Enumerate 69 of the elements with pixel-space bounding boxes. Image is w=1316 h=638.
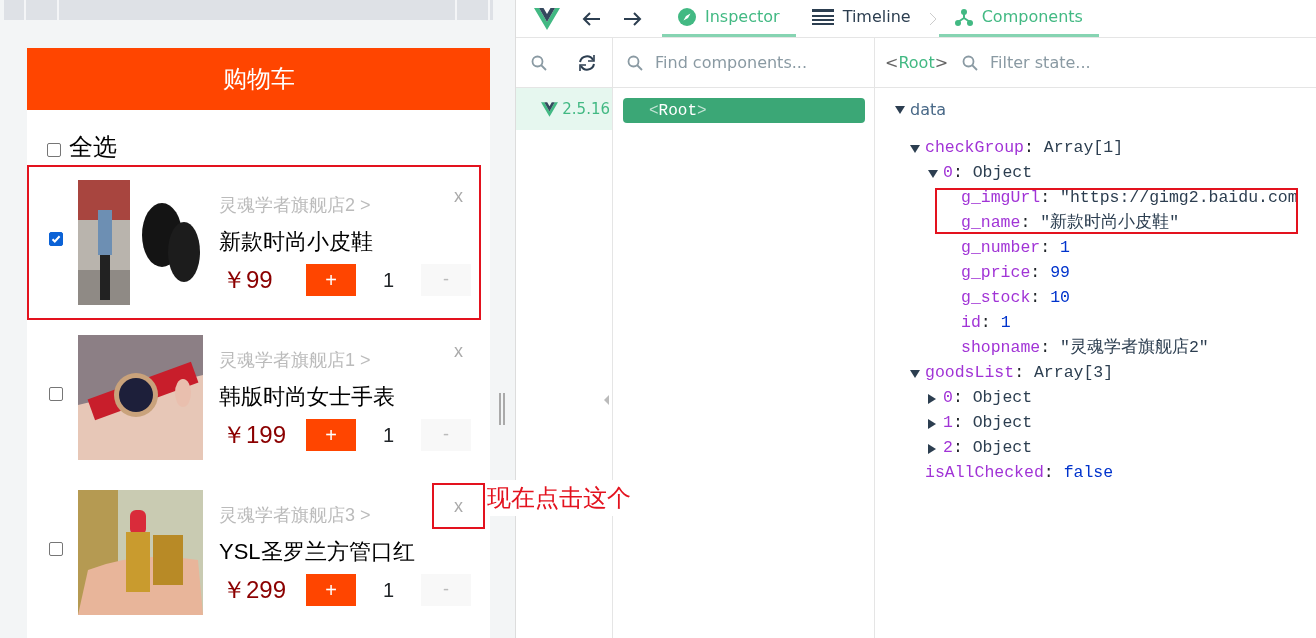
collapse-triangle-icon[interactable] bbox=[895, 105, 905, 114]
checkbox[interactable] bbox=[49, 386, 63, 401]
tab[interactable]: Components bbox=[938, 0, 1099, 37]
tree-icon bbox=[954, 8, 973, 26]
shop-link[interactable]: 灵魂学者旗舰店2 > bbox=[219, 191, 371, 219]
component-node[interactable]: <Root> bbox=[623, 98, 865, 123]
expand-triangle-icon[interactable] bbox=[928, 443, 936, 454]
collapse-triangle-icon[interactable] bbox=[928, 169, 938, 178]
state-entry: id: 1 bbox=[961, 312, 1011, 335]
cart-header: 购物车 bbox=[27, 48, 490, 110]
state-entry: shopname: "灵魂学者旗舰店2" bbox=[961, 336, 1209, 360]
price: ￥299 bbox=[221, 574, 288, 605]
state-entry: checkGroup: Array[1] bbox=[925, 137, 1124, 160]
minus-button[interactable]: - bbox=[421, 573, 471, 606]
checkbox[interactable] bbox=[47, 143, 61, 157]
quantity: 1 bbox=[381, 422, 396, 448]
state-entry: 0: Object bbox=[943, 387, 1033, 410]
search-icon bbox=[627, 54, 643, 71]
shop-link[interactable]: 灵魂学者旗舰店1 > bbox=[219, 346, 371, 374]
collapse-triangle-icon[interactable] bbox=[910, 144, 920, 153]
plus-button[interactable]: + bbox=[306, 263, 356, 296]
plus-button[interactable]: + bbox=[306, 573, 356, 606]
collapse-triangle-icon[interactable] bbox=[910, 369, 920, 378]
search-icon[interactable] bbox=[531, 54, 547, 71]
annotation-text: 现在点击这个 bbox=[487, 480, 631, 516]
quantity: 1 bbox=[381, 577, 396, 603]
tab[interactable]: Inspector bbox=[662, 0, 796, 37]
remove-button[interactable]: x bbox=[432, 483, 485, 529]
quantity: 1 bbox=[381, 267, 396, 293]
version-label: 2.5.16 bbox=[562, 98, 610, 120]
state-entry: 2: Object bbox=[943, 437, 1033, 460]
plus-button[interactable]: + bbox=[306, 418, 356, 451]
compass-icon bbox=[678, 8, 696, 26]
expand-triangle-icon[interactable] bbox=[928, 393, 936, 404]
component-name: <Root> bbox=[884, 51, 949, 74]
state-entry: g_name: "新款时尚小皮鞋" bbox=[961, 212, 1180, 235]
select-all-label: 全选 bbox=[69, 132, 117, 162]
product-name: YSL圣罗兰方管口红 bbox=[219, 537, 416, 566]
checkbox[interactable] bbox=[49, 231, 63, 246]
search-icon bbox=[962, 54, 979, 71]
vue-logo-icon bbox=[541, 101, 559, 117]
back-arrow-icon[interactable] bbox=[582, 10, 602, 27]
price: ￥199 bbox=[221, 419, 288, 450]
expand-triangle-icon[interactable] bbox=[928, 418, 936, 429]
resize-handle[interactable] bbox=[499, 393, 505, 425]
state-entry: isAllChecked: false bbox=[925, 462, 1114, 485]
timeline-icon bbox=[811, 9, 834, 25]
section-label: data bbox=[910, 98, 947, 121]
state-entry: 0: Object bbox=[943, 162, 1033, 185]
state-entry: g_price: 99 bbox=[961, 262, 1070, 285]
state-entry: g_stock: 10 bbox=[961, 287, 1070, 310]
vue-logo-icon bbox=[534, 7, 560, 30]
shop-link[interactable]: 灵魂学者旗舰店3 > bbox=[219, 501, 371, 529]
remove-button[interactable]: x bbox=[450, 338, 467, 364]
checkbox[interactable] bbox=[49, 541, 63, 556]
refresh-icon[interactable] bbox=[577, 53, 597, 72]
price: ￥99 bbox=[221, 264, 274, 295]
state-entry: g_number: 1 bbox=[961, 237, 1070, 260]
chevron-icon bbox=[928, 11, 937, 26]
state-entry: 1: Object bbox=[943, 412, 1033, 435]
product-name: 新款时尚小皮鞋 bbox=[219, 227, 374, 256]
forward-arrow-icon[interactable] bbox=[622, 10, 642, 27]
product-name: 韩版时尚女士手表 bbox=[219, 382, 396, 411]
minus-button[interactable]: - bbox=[421, 418, 471, 451]
state-entry: goodsList: Array[3] bbox=[925, 362, 1114, 385]
minus-button[interactable]: - bbox=[421, 263, 471, 296]
tab[interactable]: Timeline bbox=[795, 0, 927, 37]
remove-button[interactable]: x bbox=[450, 183, 467, 209]
state-entry: g_imgUrl: "https://gimg2.baidu.com bbox=[961, 187, 1298, 210]
